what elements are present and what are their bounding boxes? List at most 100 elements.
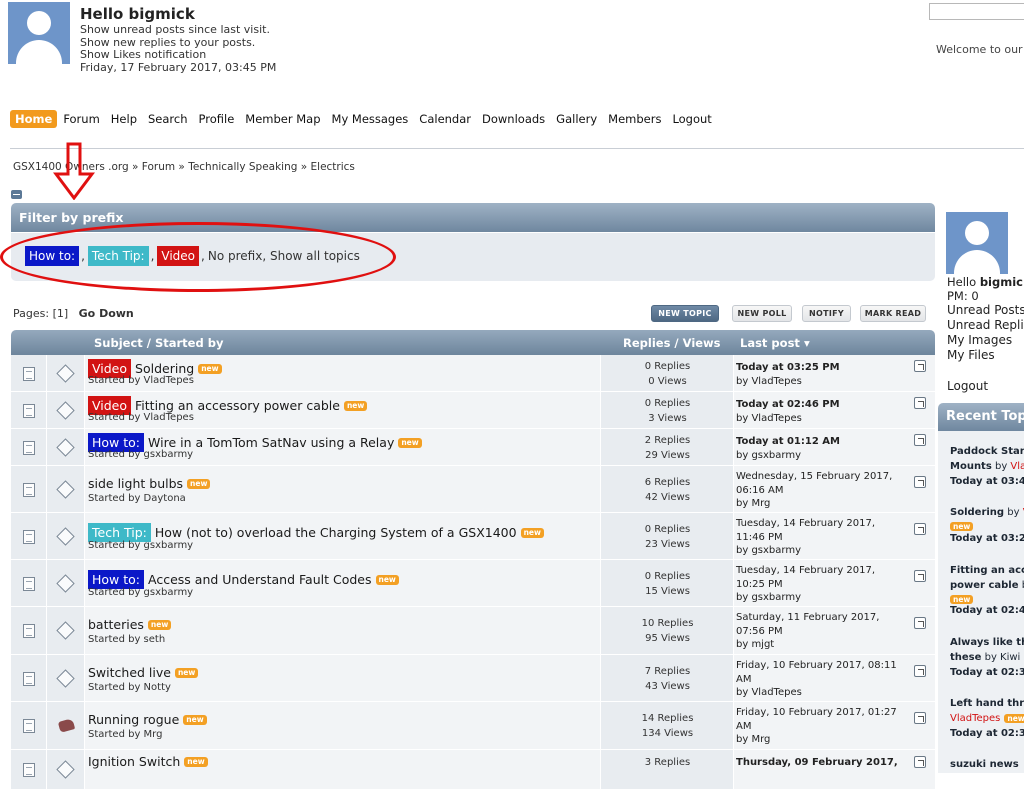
goto-last-post-icon[interactable] (914, 712, 926, 724)
sidebar-logout-link[interactable]: Logout (947, 379, 988, 393)
user-avatar[interactable] (8, 2, 70, 64)
row-title-link[interactable]: How (not to) overload the Charging Syste… (155, 525, 517, 540)
table-row[interactable]: How to: Wire in a TomTom SatNav using a R… (11, 429, 935, 466)
menu-help[interactable]: Help (106, 110, 142, 128)
row-status-cell (47, 429, 85, 465)
row-title-link[interactable]: Access and Understand Fault Codes (148, 572, 371, 587)
row-subject: Ignition Switch new (88, 754, 208, 769)
col-replies-header[interactable]: Replies / Views (623, 336, 721, 350)
mark-read-button[interactable]: Mark Read (860, 305, 926, 322)
search-input[interactable] (929, 3, 1024, 20)
table-row[interactable]: Switched live new Started by Notty 7 Rep… (11, 655, 935, 702)
row-last-post-author[interactable]: by VladTepes (736, 375, 906, 389)
row-last-post-author[interactable]: by Mrg (736, 497, 906, 511)
recent-item[interactable]: Soldering by V (950, 505, 1024, 520)
row-started-by[interactable]: Started by gsxbarmy (88, 587, 193, 598)
table-row[interactable]: side light bulbs new Started by Daytona … (11, 466, 935, 513)
table-row[interactable]: Ignition Switch new 3 Replies Thursday, … (11, 750, 935, 790)
menu-my-messages[interactable]: My Messages (327, 110, 414, 128)
topic-type-icon (23, 719, 35, 733)
row-title-link[interactable]: Wire in a TomTom SatNav using a Relay (148, 435, 394, 450)
row-started-by[interactable]: Started by VladTepes (88, 375, 194, 386)
goto-last-post-icon[interactable] (914, 756, 926, 768)
goto-last-post-icon[interactable] (914, 434, 926, 446)
row-title-link[interactable]: Switched live (88, 665, 171, 680)
sidebar-unread-replies-link[interactable]: Unread Replie (947, 318, 1024, 332)
col-lastpost-header[interactable]: Last post ▾ (740, 336, 810, 350)
row-started-by[interactable]: Started by seth (88, 634, 165, 645)
menu-member-map[interactable]: Member Map (240, 110, 325, 128)
table-row[interactable]: Video Soldering new Started by VladTepes … (11, 355, 935, 392)
red-down-arrow-icon (53, 142, 95, 200)
row-started-by[interactable]: Started by Mrg (88, 729, 162, 740)
menu-downloads[interactable]: Downloads (477, 110, 550, 128)
row-last-post: Today at 03:25 PM by VladTepes (736, 361, 906, 388)
notify-button[interactable]: Notify (802, 305, 851, 322)
row-started-by[interactable]: Started by Daytona (88, 493, 186, 504)
row-last-post-author[interactable]: by mjgt (736, 638, 906, 652)
row-last-post: Thursday, 09 February 2017, (736, 756, 906, 770)
table-row[interactable]: Tech Tip: How (not to) overload the Charg… (11, 513, 935, 560)
menu-divider (10, 148, 1024, 149)
row-started-by[interactable]: Started by gsxbarmy (88, 540, 193, 551)
topic-status-icon (56, 760, 75, 779)
goto-last-post-icon[interactable] (914, 523, 926, 535)
sidebar-pm[interactable]: PM: 0 (947, 289, 979, 303)
menu-home[interactable]: Home (10, 110, 58, 128)
row-last-post-author[interactable]: by Mrg (736, 733, 906, 747)
goto-last-post-icon[interactable] (914, 360, 926, 372)
row-replies: 7 Replies (644, 666, 691, 677)
goto-last-post-icon[interactable] (914, 397, 926, 409)
menu-gallery[interactable]: Gallery (551, 110, 602, 128)
recent-item[interactable]: suzuki news (950, 757, 1019, 772)
row-title-link[interactable]: Ignition Switch (88, 754, 180, 769)
table-row[interactable]: Video Fitting an accessory power cable ne… (11, 392, 935, 429)
table-row[interactable]: batteries new Started by seth 10 Replies… (11, 607, 935, 655)
row-started-by[interactable]: Started by gsxbarmy (88, 449, 193, 460)
collapse-toggle-icon[interactable] (11, 190, 22, 199)
pages-label[interactable]: Pages: [1] (13, 307, 68, 320)
recent-item[interactable]: Left hand thr (950, 696, 1024, 711)
row-title-link[interactable]: Soldering (135, 361, 194, 376)
row-replies: 2 Replies (644, 435, 691, 446)
row-title-link[interactable]: batteries (88, 617, 144, 632)
recent-item[interactable]: Always like th (950, 635, 1024, 650)
row-started-by[interactable]: Started by VladTepes (88, 412, 194, 423)
col-subject-header[interactable]: Subject / Started by (94, 336, 223, 350)
sidebar-my-files-link[interactable]: My Files (947, 348, 995, 362)
menu-search[interactable]: Search (143, 110, 193, 128)
menu-profile[interactable]: Profile (194, 110, 240, 128)
row-title-link[interactable]: Running rogue (88, 712, 179, 727)
sidebar-unread-posts-link[interactable]: Unread Posts (947, 303, 1024, 317)
row-title-link[interactable]: Fitting an accessory power cable (135, 398, 340, 413)
goto-last-post-icon[interactable] (914, 476, 926, 488)
table-row[interactable]: Running rogue new Started by Mrg 14 Repl… (11, 702, 935, 750)
table-row[interactable]: How to: Access and Understand Fault Codes… (11, 560, 935, 607)
row-last-post-author[interactable]: by VladTepes (736, 686, 906, 700)
menu-logout[interactable]: Logout (667, 110, 716, 128)
goto-last-post-icon[interactable] (914, 570, 926, 582)
avatar-body-shape (954, 250, 1000, 274)
recent-item[interactable]: Fitting an acc (950, 563, 1024, 578)
row-last-post-author[interactable]: by gsxbarmy (736, 449, 906, 463)
sidebar-avatar[interactable] (946, 212, 1008, 274)
row-last-post-author[interactable]: by gsxbarmy (736, 591, 906, 605)
row-started-by[interactable]: Started by Notty (88, 682, 171, 693)
likes-notification-link[interactable]: Show Likes notification (80, 49, 206, 61)
new-poll-button[interactable]: New Poll (732, 305, 792, 322)
menu-forum[interactable]: Forum (58, 110, 104, 128)
row-last-post-author[interactable]: by VladTepes (736, 412, 906, 426)
row-last-post-date: Today at 02:46 PM (736, 399, 840, 410)
row-title-link[interactable]: side light bulbs (88, 476, 183, 491)
recent-item[interactable]: Paddock Stan (950, 444, 1024, 459)
new-topic-button[interactable]: New Topic (651, 305, 719, 322)
sidebar-my-images-link[interactable]: My Images (947, 333, 1012, 347)
goto-last-post-icon[interactable] (914, 665, 926, 677)
unread-posts-link[interactable]: Show unread posts since last visit. (80, 24, 270, 36)
go-down-link[interactable]: Go Down (79, 307, 134, 320)
menu-members[interactable]: Members (603, 110, 666, 128)
goto-last-post-icon[interactable] (914, 617, 926, 629)
sort-down-icon[interactable]: ▾ (804, 336, 810, 350)
row-last-post-author[interactable]: by gsxbarmy (736, 544, 906, 558)
menu-calendar[interactable]: Calendar (414, 110, 476, 128)
